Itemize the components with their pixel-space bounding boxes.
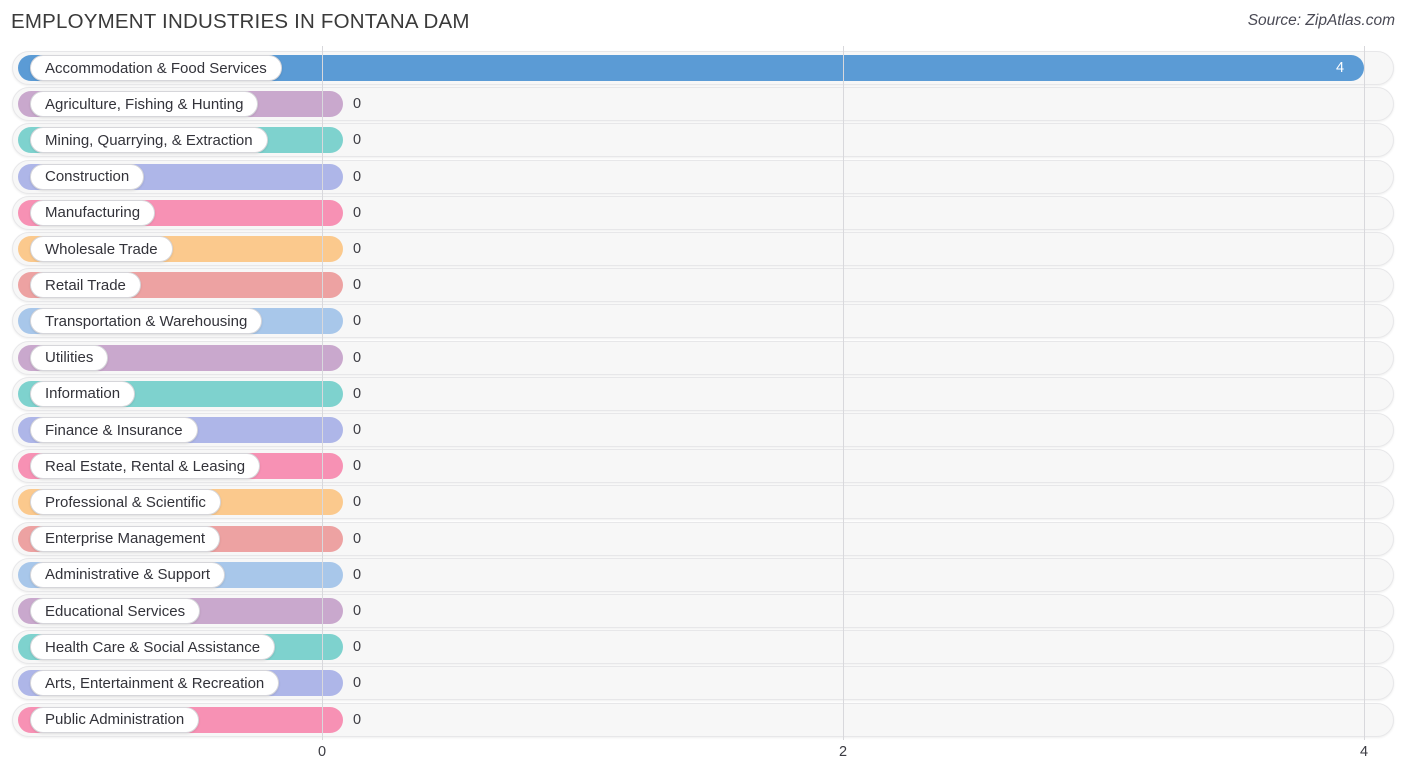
bar-value-label: 0 <box>353 277 362 294</box>
x-axis-tick-label: 0 <box>317 744 327 760</box>
category-label-pill[interactable]: Real Estate, Rental & Leasing <box>30 453 261 480</box>
bar-row[interactable]: Finance & Insurance 0 <box>0 413 1406 447</box>
category-label: Construction <box>45 168 130 186</box>
category-label: Public Administration <box>45 711 185 729</box>
category-label-pill[interactable]: Construction <box>30 163 145 190</box>
category-label-pill[interactable]: Mining, Quarrying, & Extraction <box>30 127 268 154</box>
category-label-pill[interactable]: Manufacturing <box>30 199 156 226</box>
chart-header: EMPLOYMENT INDUSTRIES IN FONTANA DAM Sou… <box>0 0 1406 46</box>
bar-row[interactable]: Accommodation & Food Services 4 <box>0 51 1406 85</box>
category-label: Health Care & Social Assistance <box>45 638 261 656</box>
category-label: Finance & Insurance <box>45 421 183 439</box>
bar-row[interactable]: Public Administration 0 <box>0 702 1406 737</box>
category-label-pill[interactable]: Wholesale Trade <box>30 236 173 262</box>
bar-row[interactable]: Arts, Entertainment & Recreation 0 <box>0 666 1406 701</box>
bar-row[interactable]: Utilities 0 <box>0 340 1406 375</box>
bar-rows: Accommodation & Food Services 4 Agricultur… <box>0 46 1406 740</box>
category-label: Agriculture, Fishing & Hunting <box>45 95 244 113</box>
bar-row[interactable]: Health Care & Social Assistance 0 <box>0 630 1406 665</box>
bar-row[interactable]: Administrative & Support 0 <box>0 557 1406 592</box>
source-attribution: Source: ZipAtlas.com <box>1247 12 1395 29</box>
category-label-pill[interactable]: Educational Services <box>30 598 201 624</box>
category-label-pill[interactable]: Health Care & Social Assistance <box>30 634 276 661</box>
bar-row[interactable]: Enterprise Management 0 <box>0 521 1406 556</box>
bar-value-label: 0 <box>353 204 362 221</box>
category-label: Real Estate, Rental & Leasing <box>45 457 246 475</box>
category-label: Retail Trade <box>45 276 126 294</box>
bar-value-label: 0 <box>353 422 362 438</box>
bar-row[interactable]: Transportation & Warehousing 0 <box>0 304 1406 339</box>
category-label: Manufacturing <box>45 204 141 222</box>
category-label: Information <box>45 385 121 403</box>
chart-root: EMPLOYMENT INDUSTRIES IN FONTANA DAM Sou… <box>0 0 1406 776</box>
bar-value-label: 0 <box>353 458 362 475</box>
category-label: Mining, Quarrying, & Extraction <box>45 131 253 149</box>
bar-value-label: 0 <box>353 385 362 402</box>
bar-row[interactable]: Construction 0 <box>0 159 1406 194</box>
category-label-pill[interactable]: Accommodation & Food Services <box>30 55 282 81</box>
bar-row[interactable]: Real Estate, Rental & Leasing 0 <box>0 449 1406 484</box>
bar-row[interactable]: Agriculture, Fishing & Hunting 0 <box>0 87 1406 122</box>
bar-row[interactable]: Information 0 <box>0 376 1406 411</box>
category-label: Professional & Scientific <box>45 493 206 511</box>
bar-value-label: 0 <box>353 168 362 185</box>
bar-row[interactable]: Mining, Quarrying, & Extraction 0 <box>0 123 1406 158</box>
category-label-pill[interactable]: Arts, Entertainment & Recreation <box>30 670 280 697</box>
category-label-pill[interactable]: Finance & Insurance <box>30 417 198 443</box>
bar-value-label: 0 <box>353 711 362 728</box>
category-label-pill[interactable]: Agriculture, Fishing & Hunting <box>30 91 259 118</box>
bar-row[interactable]: Retail Trade 0 <box>0 268 1406 303</box>
page-title: EMPLOYMENT INDUSTRIES IN FONTANA DAM <box>11 10 470 33</box>
category-label-pill[interactable]: Information <box>30 380 136 407</box>
bar-value-label: 0 <box>353 603 362 619</box>
bar-value-label: 0 <box>353 96 362 113</box>
bar-row[interactable]: Manufacturing 0 <box>0 195 1406 230</box>
bar-value-label: 0 <box>353 313 362 330</box>
bar-value-label: 0 <box>353 675 362 692</box>
bar-value-label: 0 <box>353 494 362 511</box>
bar-value-label: 0 <box>353 349 362 366</box>
bar-value-label: 0 <box>353 566 362 583</box>
category-label-pill[interactable]: Utilities <box>30 344 109 371</box>
category-label-pill[interactable]: Transportation & Warehousing <box>30 308 263 335</box>
plot-area: Accommodation & Food Services 4 Agricultur… <box>0 46 1406 740</box>
x-axis-tick-label: 4 <box>1359 744 1369 760</box>
bar-value-label: 0 <box>353 530 362 547</box>
bar-row[interactable]: Professional & Scientific 0 <box>0 485 1406 520</box>
bar-row[interactable]: Educational Services 0 <box>0 594 1406 628</box>
bar-value-label: 0 <box>353 639 362 656</box>
category-label: Transportation & Warehousing <box>45 312 248 330</box>
category-label-pill[interactable]: Enterprise Management <box>30 525 221 552</box>
category-label: Accommodation & Food Services <box>45 59 267 77</box>
bar-row[interactable]: Wholesale Trade 0 <box>0 232 1406 266</box>
x-axis: 0 2 4 <box>0 740 1406 776</box>
category-label-pill[interactable]: Public Administration <box>30 706 200 733</box>
category-label: Wholesale Trade <box>45 240 158 258</box>
category-label: Educational Services <box>45 602 186 620</box>
category-label-pill[interactable]: Administrative & Support <box>30 561 226 588</box>
category-label: Administrative & Support <box>45 566 211 584</box>
category-label: Utilities <box>45 349 94 367</box>
category-label: Arts, Entertainment & Recreation <box>45 674 265 692</box>
bar-value-label: 0 <box>353 132 362 149</box>
category-label: Enterprise Management <box>45 530 206 548</box>
category-label-pill[interactable]: Retail Trade <box>30 272 141 299</box>
bar-value-inside: 4 <box>1336 60 1345 76</box>
x-axis-tick-label: 2 <box>838 744 848 760</box>
bar-value-label: 0 <box>353 241 362 257</box>
category-label-pill[interactable]: Professional & Scientific <box>30 489 221 516</box>
